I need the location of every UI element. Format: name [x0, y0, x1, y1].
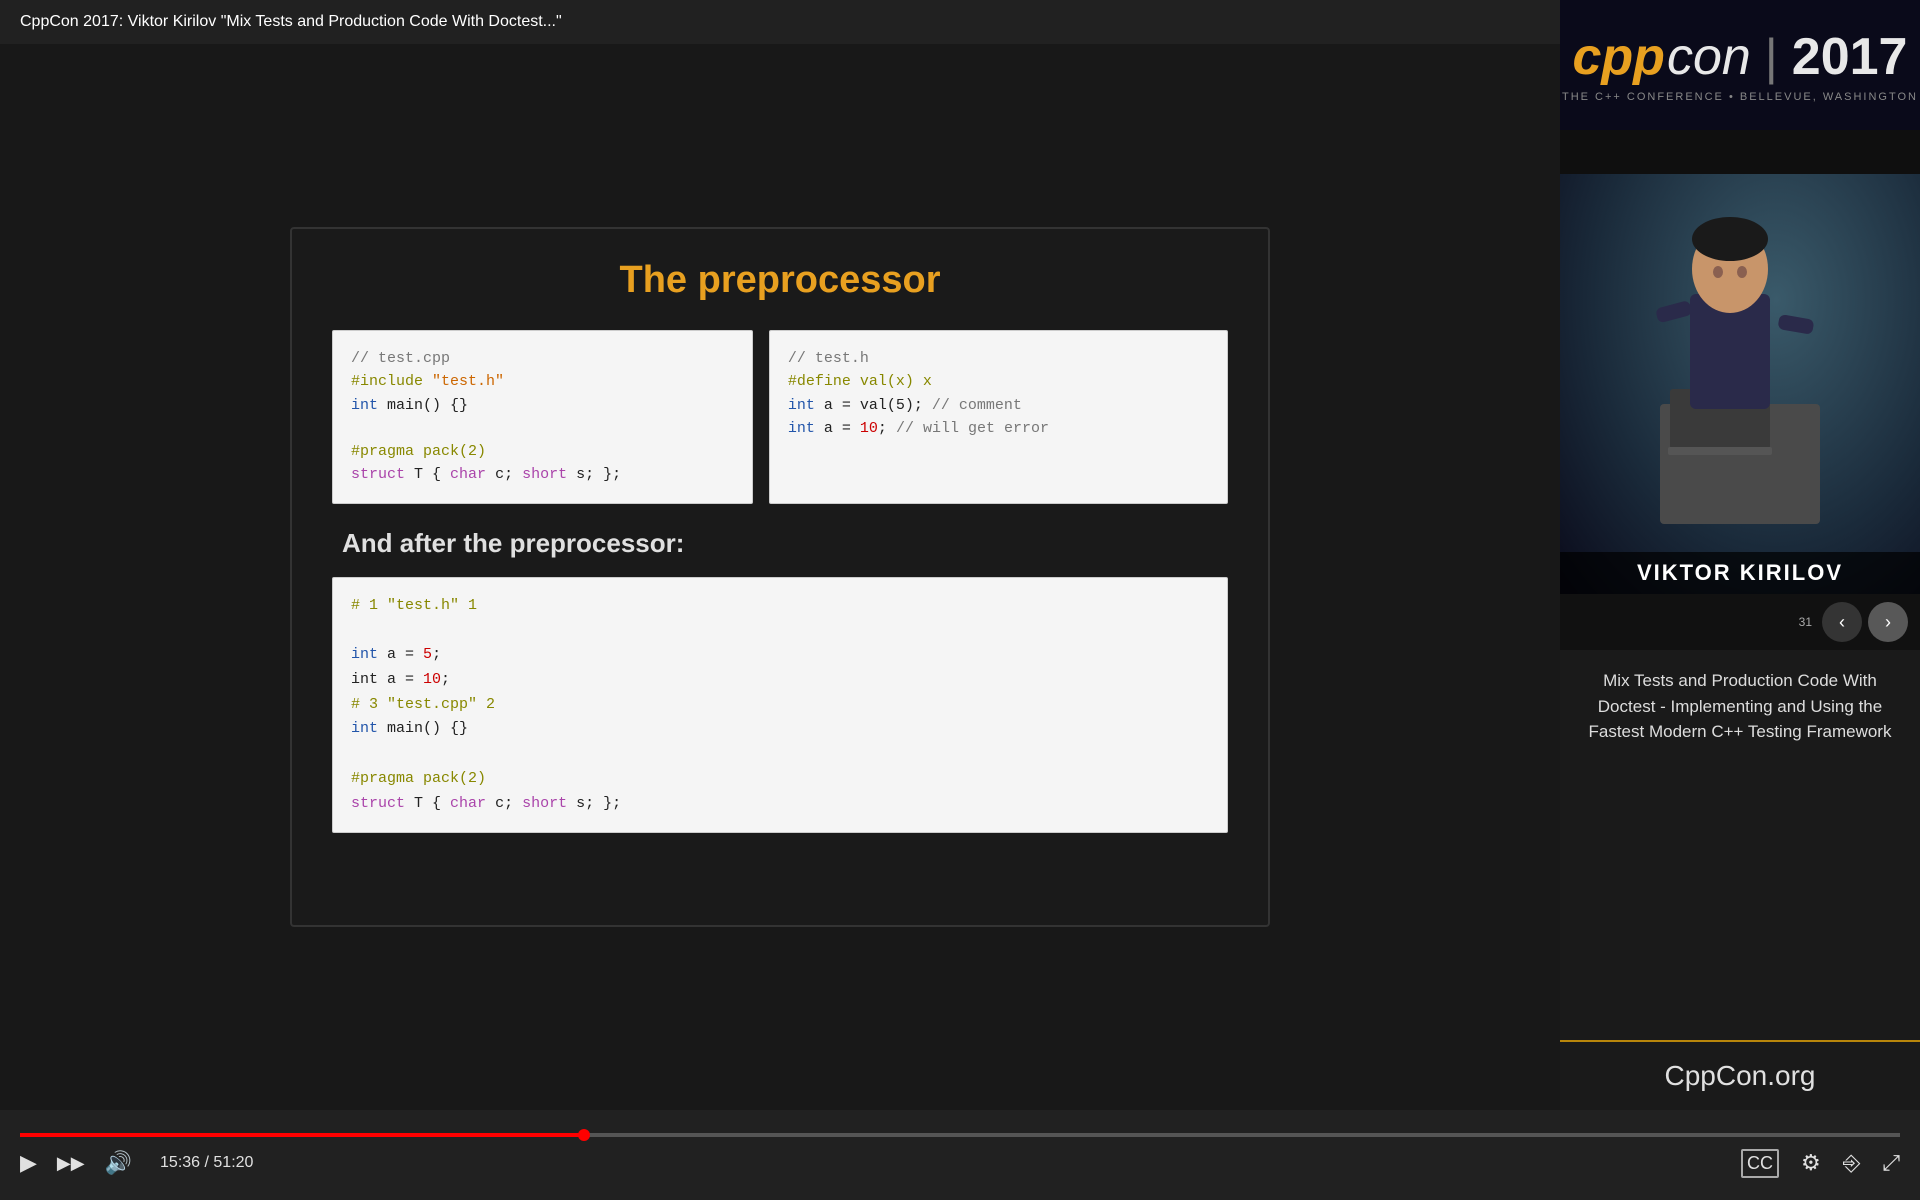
- code-line: // test.h: [788, 347, 1209, 370]
- sidebar: VIKTOR KIRILOV 31 ‹ › Mix Tests and Prod…: [1560, 174, 1920, 1110]
- subtitles-button[interactable]: CC: [1741, 1149, 1779, 1178]
- code-line: # 1 "test.h" 1: [351, 594, 1209, 619]
- cppcon-logo: cppcon | 2017: [1573, 27, 1908, 87]
- nav-arrows: 31 ‹ ›: [1560, 594, 1920, 650]
- next-button[interactable]: ▶▶: [57, 1153, 85, 1174]
- video-title: CppCon 2017: Viktor Kirilov "Mix Tests a…: [20, 13, 562, 31]
- code-line: int a = 10;: [351, 668, 1209, 693]
- slide-number: 31: [1799, 615, 1812, 629]
- prev-slide-button[interactable]: ‹: [1822, 602, 1862, 642]
- volume-button[interactable]: 🔊: [105, 1150, 132, 1176]
- right-controls: CC ⚙ ⎆ ⤢: [1741, 1149, 1900, 1178]
- code-line: int a = 10; // will get error: [788, 417, 1209, 440]
- progress-dot: [578, 1129, 590, 1141]
- code-line: // test.cpp: [351, 347, 734, 370]
- speaker-video: VIKTOR KIRILOV: [1560, 174, 1920, 594]
- slide-title: The preprocessor: [620, 259, 941, 302]
- cppcon-website[interactable]: CppCon.org: [1560, 1040, 1920, 1110]
- video-description-text: Mix Tests and Production Code With Docte…: [1576, 668, 1904, 745]
- cast-button[interactable]: ⎆: [1843, 1150, 1861, 1176]
- settings-button[interactable]: ⚙: [1801, 1150, 1821, 1176]
- code-line: int main() {}: [351, 394, 734, 417]
- code-box-right: // test.h #define val(x) x int a = val(5…: [769, 330, 1228, 504]
- code-line: int main() {}: [351, 717, 1209, 742]
- time-display: 15:36 / 51:20: [160, 1154, 253, 1172]
- video-area: The preprocessor // test.cpp #include "t…: [0, 44, 1560, 1110]
- code-line: [351, 618, 1209, 643]
- speaker-figure: [1560, 174, 1920, 544]
- progress-bar[interactable]: [20, 1133, 1900, 1137]
- code-line: [351, 742, 1209, 767]
- code-line: #pragma pack(2): [351, 440, 734, 463]
- slide: The preprocessor // test.cpp #include "t…: [290, 227, 1270, 927]
- logo-cpp-text: cpp: [1573, 27, 1665, 87]
- logo-area: cppcon | 2017 THE C++ CONFERENCE • BELLE…: [1560, 0, 1920, 130]
- code-line: #pragma pack(2): [351, 767, 1209, 792]
- controls-row: ▶ ▶▶ 🔊 15:36 / 51:20 CC ⚙ ⎆ ⤢: [20, 1149, 1900, 1178]
- current-time: 15:36: [160, 1154, 200, 1171]
- bottom-controls: ▶ ▶▶ 🔊 15:36 / 51:20 CC ⚙ ⎆ ⤢: [0, 1110, 1920, 1200]
- logo-divider: |: [1765, 28, 1778, 86]
- logo-con-text: con: [1667, 27, 1751, 87]
- cppcon-website-text: CppCon.org: [1665, 1060, 1816, 1092]
- logo-container: cppcon | 2017 THE C++ CONFERENCE • BELLE…: [1562, 27, 1918, 103]
- code-line: int a = val(5); // comment: [788, 394, 1209, 417]
- code-line: struct T { char c; short s; };: [351, 792, 1209, 817]
- after-preprocessor-label: And after the preprocessor:: [342, 528, 684, 559]
- code-line: struct T { char c; short s; };: [351, 463, 734, 486]
- main-layout: The preprocessor // test.cpp #include "t…: [0, 44, 1920, 1110]
- next-slide-button[interactable]: ›: [1868, 602, 1908, 642]
- speaker-name-text: VIKTOR KIRILOV: [1637, 560, 1843, 585]
- code-box-bottom: # 1 "test.h" 1 int a = 5; int a = 10; # …: [332, 577, 1228, 834]
- play-button[interactable]: ▶: [20, 1150, 37, 1176]
- speaker-name-badge: VIKTOR KIRILOV: [1560, 552, 1920, 594]
- code-line: int a = 5;: [351, 643, 1209, 668]
- video-description: Mix Tests and Production Code With Docte…: [1560, 650, 1920, 1040]
- code-boxes-top: // test.cpp #include "test.h" int main()…: [332, 330, 1228, 504]
- progress-fill: [20, 1133, 584, 1137]
- code-line: [351, 417, 734, 440]
- code-box-left: // test.cpp #include "test.h" int main()…: [332, 330, 753, 504]
- logo-subtitle: THE C++ CONFERENCE • BELLEVUE, WASHINGTO…: [1562, 91, 1918, 103]
- code-line: #define val(x) x: [788, 370, 1209, 393]
- logo-year: 2017: [1792, 27, 1908, 87]
- code-line: #include "test.h": [351, 370, 734, 393]
- total-time: 51:20: [213, 1154, 253, 1171]
- code-line: # 3 "test.cpp" 2: [351, 693, 1209, 718]
- fullscreen-button[interactable]: ⤢: [1882, 1150, 1900, 1176]
